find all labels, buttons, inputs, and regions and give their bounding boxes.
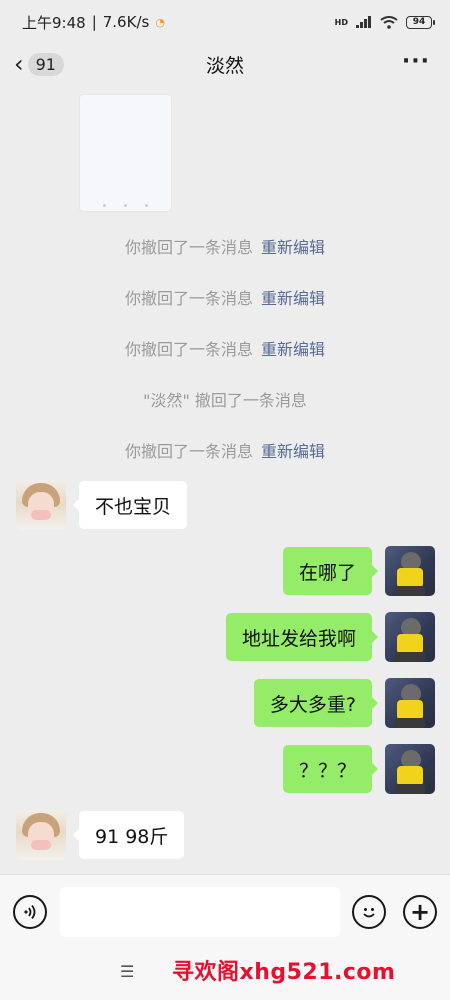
unread-badge: 91: [27, 52, 64, 76]
system-message: 你撤回了一条消息 重新编辑: [0, 285, 450, 309]
battery-level: 94: [412, 17, 426, 27]
chat-title: 淡然: [205, 54, 244, 77]
status-time: 上午9:48: [22, 13, 86, 32]
system-message: "淡然" 撤回了一条消息: [0, 387, 450, 411]
image-dots: [80, 204, 171, 207]
message-text: ？？？: [298, 759, 356, 782]
message-text: 多大多重?: [269, 693, 356, 716]
wifi-icon: [380, 15, 398, 29]
re-edit-link[interactable]: 重新编辑: [261, 442, 325, 461]
message-bubble-sent[interactable]: 地址发给我啊: [225, 613, 379, 661]
chat-area[interactable]: 你撤回了一条消息 重新编辑 你撤回了一条消息 重新编辑 你撤回了一条消息 重新编辑 "…: [0, 84, 450, 874]
self-avatar[interactable]: [385, 612, 435, 662]
system-message-text: 你撤回了一条消息: [124, 340, 253, 359]
status-bar: 上午9:48 | 7.6K/s ◔ HD 94: [0, 0, 450, 44]
message-text: 不也宝贝: [95, 495, 172, 518]
menu-icon[interactable]: ☰: [120, 962, 134, 981]
message-text: 91 98斤: [95, 825, 169, 848]
voice-wave-icon: [24, 904, 36, 920]
system-message-text: "淡然" 撤回了一条消息: [143, 391, 307, 410]
notification-icon: ◔: [155, 15, 165, 29]
status-right: HD 94: [334, 15, 435, 29]
message-text: 在哪了: [298, 561, 356, 584]
system-message: 你撤回了一条消息 重新编辑: [0, 438, 450, 462]
system-message: 你撤回了一条消息 重新编辑: [0, 234, 450, 258]
watermark: 寻欢阁xhg521.com: [172, 960, 396, 985]
status-divider: |: [91, 13, 97, 31]
message-bubble-received[interactable]: 不也宝贝: [72, 481, 188, 529]
signal-label: HD: [334, 17, 348, 27]
system-message-text: 你撤回了一条消息: [124, 442, 253, 461]
status-left: 上午9:48 | 7.6K/s ◔: [22, 12, 165, 33]
more-options-icon[interactable]: ···: [402, 48, 430, 76]
self-avatar[interactable]: [385, 678, 435, 728]
input-bar: +: [0, 874, 450, 946]
plus-icon[interactable]: +: [403, 895, 437, 929]
message-bubble-received[interactable]: 91 98斤: [72, 811, 185, 859]
image-message[interactable]: [79, 94, 172, 212]
emoji-icon[interactable]: [352, 895, 386, 929]
system-nav-bar: ☰ 寻欢阁xhg521.com: [0, 946, 450, 1000]
smiley-icon: [363, 908, 375, 918]
back-button[interactable]: ‹ 91: [14, 50, 64, 78]
self-avatar[interactable]: [385, 546, 435, 596]
contact-avatar[interactable]: [16, 810, 66, 860]
re-edit-link[interactable]: 重新编辑: [261, 340, 325, 359]
voice-input-icon[interactable]: [13, 895, 47, 929]
message-bubble-sent[interactable]: ？？？: [282, 745, 379, 793]
re-edit-link[interactable]: 重新编辑: [261, 238, 325, 257]
message-text: 地址发给我啊: [241, 627, 356, 650]
chevron-left-icon: ‹: [14, 50, 24, 78]
system-message-text: 你撤回了一条消息: [124, 289, 253, 308]
self-avatar[interactable]: [385, 744, 435, 794]
network-speed: 7.6K/s: [102, 13, 150, 31]
message-input[interactable]: [60, 887, 340, 937]
system-message: 你撤回了一条消息 重新编辑: [0, 336, 450, 360]
message-bubble-sent[interactable]: 在哪了: [282, 547, 379, 595]
message-bubble-sent[interactable]: 多大多重?: [253, 679, 379, 727]
contact-avatar[interactable]: [16, 480, 66, 530]
signal-icon: [356, 16, 371, 28]
re-edit-link[interactable]: 重新编辑: [261, 289, 325, 308]
battery-icon: 94: [406, 15, 435, 29]
chat-header: ‹ 91 淡然 ···: [0, 44, 450, 84]
system-message-text: 你撤回了一条消息: [124, 238, 253, 257]
